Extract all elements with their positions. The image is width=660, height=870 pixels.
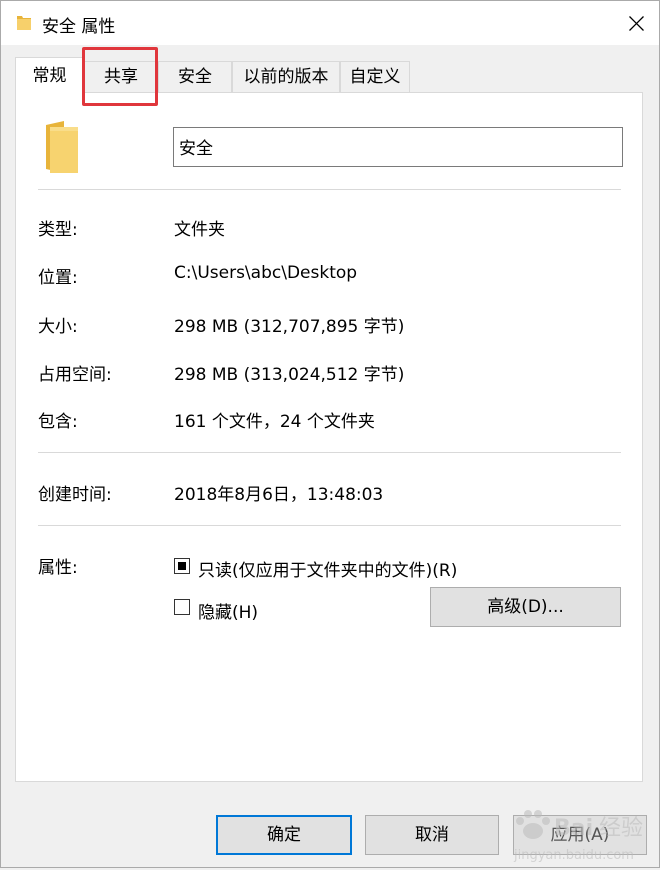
svg-text:经验: 经验 xyxy=(599,816,643,841)
readonly-checkbox[interactable] xyxy=(174,558,190,574)
baidu-watermark: Bai 经验 jingyan.baidu.com xyxy=(506,801,656,865)
annotation-highlight-box xyxy=(82,47,158,106)
title-bar[interactable]: 安全 属性 xyxy=(1,1,659,45)
type-value: 文件夹 xyxy=(174,220,225,240)
folder-name-input[interactable]: 安全 xyxy=(173,127,623,167)
separator xyxy=(38,525,621,526)
general-tab-panel xyxy=(15,92,643,782)
contains-label: 包含: xyxy=(38,412,78,432)
window-title: 安全 属性 xyxy=(42,17,116,37)
hidden-checkbox[interactable] xyxy=(174,599,190,615)
ok-button[interactable]: 确定 xyxy=(216,815,352,855)
readonly-checkbox-label[interactable]: 只读(仅应用于文件夹中的文件)(R) xyxy=(198,556,457,581)
size-on-disk-label: 占用空间: xyxy=(38,365,112,385)
attributes-label: 属性: xyxy=(38,558,78,578)
properties-window: 安全 属性 常规 共享 安全 以前的版本 自定义 安全 类型: 文件夹 位置: … xyxy=(0,0,660,868)
tab-security[interactable]: 安全 xyxy=(158,61,232,92)
created-label: 创建时间: xyxy=(38,485,112,505)
separator xyxy=(38,452,621,453)
type-label: 类型: xyxy=(38,220,78,240)
svg-text:jingyan.baidu.com: jingyan.baidu.com xyxy=(513,848,634,863)
folder-large-icon xyxy=(44,119,80,175)
tab-customize[interactable]: 自定义 xyxy=(340,61,410,92)
created-value: 2018年8月6日，13:48:03 xyxy=(174,485,384,505)
location-value: C:\Users\abc\Desktop xyxy=(174,263,358,283)
contains-value: 161 个文件，24 个文件夹 xyxy=(174,412,375,432)
folder-icon xyxy=(16,14,32,31)
size-value: 298 MB (312,707,895 字节) xyxy=(174,317,405,337)
advanced-button[interactable]: 高级(D)... xyxy=(430,587,621,627)
cancel-button[interactable]: 取消 xyxy=(365,815,499,855)
size-label: 大小: xyxy=(38,317,78,337)
indeterminate-mark xyxy=(178,562,186,570)
close-icon xyxy=(629,16,644,31)
svg-text:Bai: Bai xyxy=(554,816,593,841)
size-on-disk-value: 298 MB (313,024,512 字节) xyxy=(174,365,405,385)
tab-general[interactable]: 常规 xyxy=(15,57,84,93)
separator xyxy=(38,189,621,190)
hidden-checkbox-label[interactable]: 隐藏(H) xyxy=(198,598,258,623)
tab-previous-versions[interactable]: 以前的版本 xyxy=(232,61,340,92)
location-label: 位置: xyxy=(38,268,78,288)
close-button[interactable] xyxy=(613,1,659,45)
